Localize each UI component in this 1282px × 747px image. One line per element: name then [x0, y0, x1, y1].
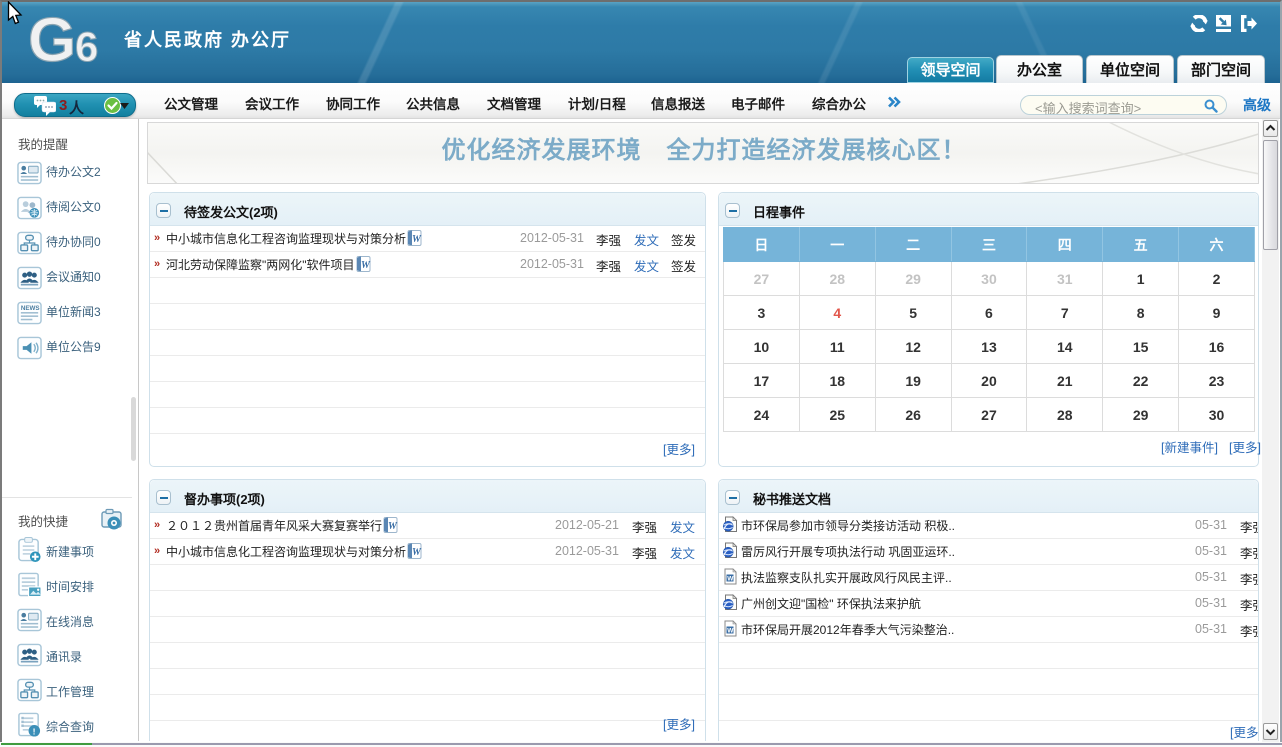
svg-text:NEWS: NEWS: [21, 305, 40, 312]
svg-text:W: W: [727, 576, 734, 583]
svg-text:6: 6: [75, 23, 98, 65]
svg-text:G: G: [29, 13, 76, 65]
svg-text:W: W: [727, 628, 734, 635]
svg-text:W: W: [412, 234, 422, 245]
svg-text:W: W: [412, 547, 422, 558]
svg-text:W: W: [388, 521, 398, 532]
svg-text:!: !: [33, 727, 36, 737]
svg-text:W: W: [361, 260, 371, 271]
